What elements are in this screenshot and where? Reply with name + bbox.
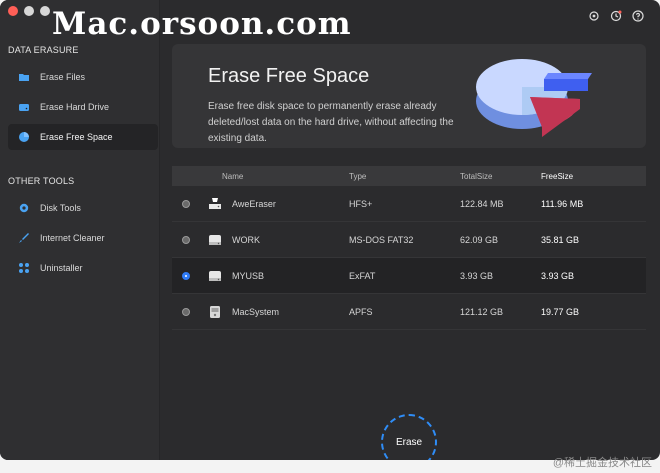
sidebar: DATA ERASURE Erase Files Erase Hard Driv… [0, 0, 160, 460]
internal-drive-icon [206, 303, 224, 321]
drive-icon [206, 231, 224, 249]
site-watermark-bottom: @稀土掘金技术社区 [552, 457, 652, 469]
drive-free-size: 3.93 GB [541, 270, 575, 281]
drive-type: APFS [349, 306, 373, 317]
section-other-tools: OTHER TOOLS [8, 176, 75, 186]
pie-chart-icon [18, 131, 30, 143]
sidebar-item-label: Erase Files [40, 72, 86, 82]
drive-type: ExFAT [349, 270, 376, 281]
system-drive-icon [206, 195, 224, 213]
sidebar-item-erase-hard-drive[interactable]: Erase Hard Drive [8, 94, 158, 120]
sidebar-item-label: Erase Free Space [40, 132, 113, 142]
drive-free-size: 35.81 GB [541, 234, 580, 245]
sidebar-item-erase-free-space[interactable]: Erase Free Space [8, 124, 158, 150]
drive-icon [206, 267, 224, 285]
settings-icon[interactable] [588, 10, 600, 22]
column-header-name[interactable]: Name [200, 172, 349, 181]
apps-icon [18, 262, 30, 274]
hard-drive-icon [18, 101, 30, 113]
table-row[interactable]: AweEraser HFS+ 122.84 MB 111.96 MB [172, 186, 646, 222]
drive-radio[interactable] [182, 307, 190, 316]
sidebar-item-label: Uninstaller [40, 263, 83, 273]
drive-total-size: 3.93 GB [460, 270, 494, 281]
header-actions [588, 10, 644, 22]
column-header-free[interactable]: FreeSize [541, 172, 643, 181]
section-data-erasure: DATA ERASURE [8, 45, 79, 55]
site-watermark: Mac.orsoon.com [52, 6, 352, 42]
folder-icon [18, 71, 30, 83]
sidebar-item-erase-files[interactable]: Erase Files [8, 64, 158, 90]
drive-type: HFS+ [349, 198, 373, 209]
column-header-type[interactable]: Type [349, 172, 460, 181]
table-header: Name Type TotalSize FreeSize [172, 166, 646, 186]
drive-name: WORK [232, 234, 260, 245]
history-icon[interactable] [610, 10, 622, 22]
drive-name: MacSystem [232, 306, 280, 317]
drive-radio[interactable] [182, 235, 190, 244]
sidebar-item-disk-tools[interactable]: Disk Tools [8, 195, 158, 221]
table-row[interactable]: MacSystem APFS 121.12 GB 19.77 GB [172, 294, 646, 330]
app-window: DATA ERASURE Erase Files Erase Hard Driv… [0, 0, 660, 460]
drive-total-size: 62.09 GB [460, 234, 499, 245]
rocket-icon [18, 232, 30, 244]
sidebar-item-label: Disk Tools [40, 203, 81, 213]
drive-name: MYUSB [232, 270, 265, 281]
column-header-total[interactable]: TotalSize [460, 172, 541, 181]
drive-free-size: 19.77 GB [541, 306, 580, 317]
sidebar-item-label: Erase Hard Drive [40, 102, 110, 112]
page-description: Erase free disk space to permanently era… [208, 101, 454, 144]
drive-total-size: 121.12 GB [460, 306, 504, 317]
table-row[interactable]: WORK MS-DOS FAT32 62.09 GB 35.81 GB [172, 222, 646, 258]
minimize-window-button[interactable] [24, 6, 34, 16]
drive-name: AweEraser [232, 198, 276, 209]
sidebar-item-label: Internet Cleaner [40, 233, 105, 243]
drive-free-size: 111.96 MB [541, 198, 584, 209]
gear-icon [18, 202, 30, 214]
pie-chart-illustration [476, 59, 592, 137]
table-row[interactable]: MYUSB ExFAT 3.93 GB 3.93 GB [172, 258, 646, 294]
page-title: Erase Free Space [208, 65, 370, 87]
drive-radio-selected[interactable] [182, 271, 190, 280]
hero-panel: Erase Free Space Erase free disk space t… [172, 44, 646, 148]
drive-total-size: 122.84 MB [460, 198, 504, 209]
sidebar-item-uninstaller[interactable]: Uninstaller [8, 255, 158, 281]
window-controls [8, 6, 50, 16]
drive-table: Name Type TotalSize FreeSize AweEraser H… [172, 166, 646, 330]
close-window-button[interactable] [8, 6, 18, 16]
sidebar-item-internet-cleaner[interactable]: Internet Cleaner [8, 225, 158, 251]
drive-type: MS-DOS FAT32 [349, 234, 414, 245]
erase-button[interactable]: Erase [381, 414, 437, 460]
drive-radio[interactable] [182, 199, 190, 208]
zoom-window-button[interactable] [40, 6, 50, 16]
help-icon[interactable] [632, 10, 644, 22]
